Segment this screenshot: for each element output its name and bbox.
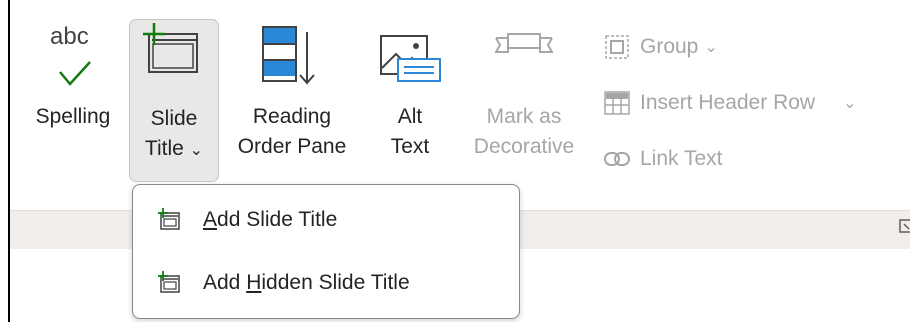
alt-text-button[interactable]: Alt Text (368, 22, 452, 172)
dialog-launcher-icon[interactable] (899, 218, 910, 236)
slide-title-label-line1: Slide (150, 107, 198, 130)
reading-order-pane-button[interactable]: Reading Order Pane (226, 22, 358, 172)
access-key: H (246, 271, 262, 294)
slide-title-label-text: Title (144, 137, 184, 160)
chevron-down-icon: ⌄ (843, 95, 857, 112)
slide-title-add-icon (158, 271, 180, 293)
spelling-button[interactable]: abc Spelling (24, 22, 122, 162)
insert-header-row-button[interactable]: Insert Header Row ⌄ (602, 86, 856, 120)
alt-text-image-icon (380, 35, 441, 82)
table-header-icon (604, 91, 630, 115)
slide-title-add-icon (143, 23, 198, 73)
menu-item-label: Add Hidden Slide Title (203, 271, 410, 295)
mark-decorative-banner-icon (494, 33, 554, 53)
menu-item-text: dd Slide Title (217, 208, 338, 231)
chevron-down-icon: ⌄ (189, 142, 204, 159)
group-label: Group (640, 35, 699, 58)
mark-decorative-label-line2: Decorative (473, 135, 575, 158)
spelling-label: Spelling (35, 105, 111, 128)
mark-decorative-label-line1: Mark as (486, 105, 562, 128)
mark-as-decorative-button[interactable]: Mark as Decorative (458, 22, 590, 172)
menu-item-add-slide-title[interactable]: Add Slide Title (133, 192, 519, 248)
alt-text-label-line2: Text (390, 135, 430, 158)
window-left-border (8, 0, 10, 322)
link-icon (604, 152, 630, 166)
group-icon (605, 35, 629, 59)
menu-item-label: Add Slide Title (203, 208, 337, 232)
link-text-button[interactable]: Link Text (602, 142, 723, 176)
slide-title-add-icon (158, 208, 180, 230)
reading-order-icon (262, 26, 315, 85)
menu-item-text: Add (203, 271, 247, 294)
reading-order-label-line2: Order Pane (237, 135, 347, 158)
slide-title-label-line2: Title ⌄ (130, 134, 218, 166)
menu-item-add-hidden-slide-title[interactable]: Add Hidden Slide Title (133, 255, 519, 311)
alt-text-label-line1: Alt (397, 105, 423, 128)
group-button[interactable]: Group ⌄ (602, 30, 718, 64)
reading-order-label-line1: Reading (252, 105, 332, 128)
slide-title-button[interactable]: Slide Title ⌄ (129, 19, 219, 182)
link-text-label: Link Text (640, 147, 723, 170)
slide-title-dropdown-menu: Add Slide Title Add Hidden Slide Title (132, 184, 520, 319)
menu-item-text: idden Slide Title (261, 271, 410, 294)
chevron-down-icon: ⌄ (704, 39, 718, 56)
spelling-check-icon: abc (24, 22, 122, 94)
insert-header-row-label: Insert Header Row (640, 91, 816, 114)
access-key: A (203, 208, 218, 231)
